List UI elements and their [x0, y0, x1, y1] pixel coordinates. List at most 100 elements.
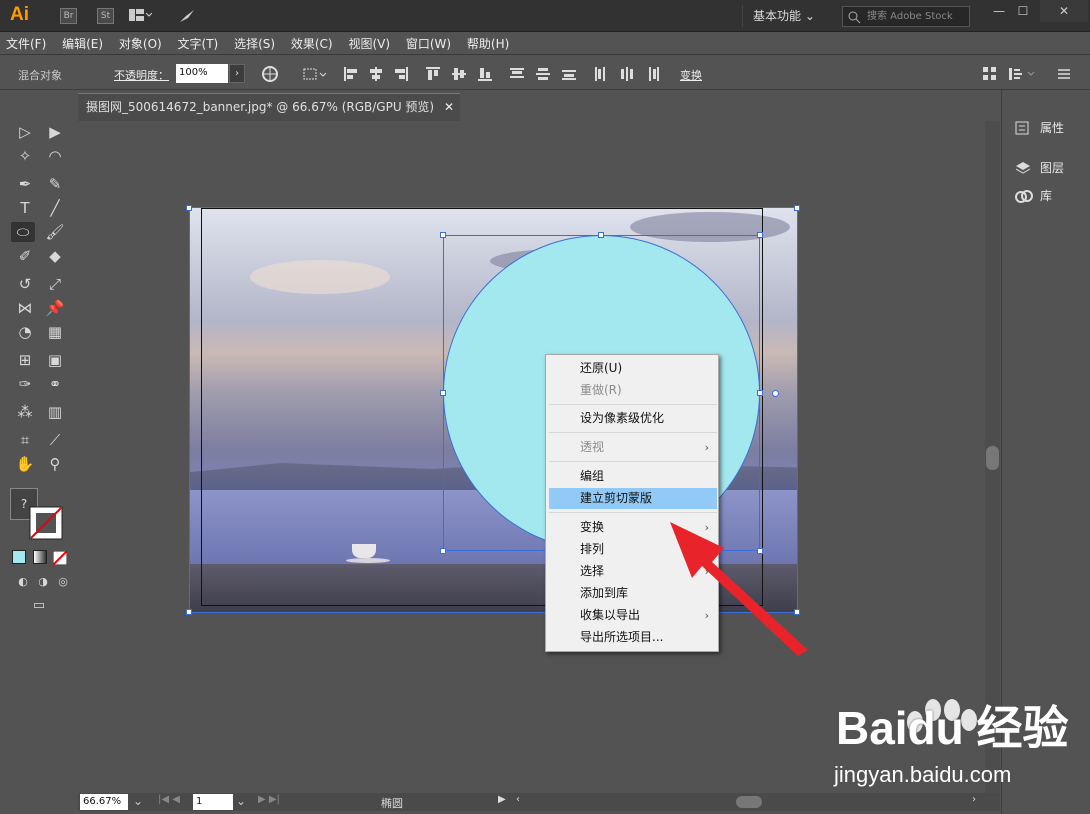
eraser-icon[interactable]: ◆: [43, 246, 67, 266]
layers-panel-tab[interactable]: 图层: [1010, 157, 1064, 179]
type-tool-icon[interactable]: T: [13, 198, 37, 218]
gradient-tool-icon[interactable]: ▣: [43, 350, 67, 370]
document-tab[interactable]: 摄图网_500614672_banner.jpg* @ 66.67% (RGB/…: [78, 93, 460, 121]
width-tool-icon[interactable]: ⋈: [13, 298, 37, 318]
hand-tool-icon[interactable]: ✋: [13, 454, 37, 474]
distribute-right-icon[interactable]: [645, 66, 661, 82]
menu-item-arrange[interactable]: 排列 ›: [549, 539, 717, 560]
mesh-tool-icon[interactable]: ⊞: [13, 350, 37, 370]
opacity-arrow-button[interactable]: ›: [229, 64, 245, 83]
menu-item-transform[interactable]: 变换 ›: [549, 517, 717, 538]
bridge-icon[interactable]: Br: [60, 8, 77, 24]
resize-handle[interactable]: [757, 548, 763, 554]
resize-handle[interactable]: [794, 205, 800, 211]
graph-tool-icon[interactable]: ▥: [43, 402, 67, 422]
panel-menu-icon[interactable]: [1008, 66, 1038, 82]
close-tab-icon[interactable]: ✕: [444, 94, 454, 120]
align-top-icon[interactable]: [425, 66, 441, 82]
menu-item-export-selection[interactable]: 导出所选项目...: [549, 627, 717, 648]
color-mode-icon[interactable]: [12, 550, 26, 564]
menu-view[interactable]: 视图(V): [342, 33, 396, 55]
artboard-dropdown-icon[interactable]: ⌄: [236, 794, 246, 808]
hamburger-icon[interactable]: [1056, 66, 1072, 82]
eyedropper-icon[interactable]: ✑: [13, 374, 37, 394]
gpu-rocket-icon[interactable]: [178, 8, 195, 24]
lasso-icon[interactable]: ◠: [43, 146, 67, 166]
menu-item-pixel-optimize[interactable]: 设为像素级优化: [549, 408, 717, 429]
resize-handle[interactable]: [757, 232, 763, 238]
opacity-input[interactable]: 100%: [176, 64, 228, 83]
zoom-dropdown-icon[interactable]: ⌄: [133, 794, 143, 808]
distribute-vertical-center-icon[interactable]: [535, 66, 551, 82]
align-left-icon[interactable]: [343, 66, 359, 82]
menu-edit[interactable]: 编辑(E): [56, 33, 109, 55]
menu-window[interactable]: 窗口(W): [400, 33, 457, 55]
distribute-horizontal-center-icon[interactable]: [619, 66, 635, 82]
resize-handle[interactable]: [440, 390, 446, 396]
resize-handle[interactable]: [186, 609, 192, 615]
arrange-documents-icon[interactable]: [128, 8, 153, 24]
slice-tool-icon[interactable]: ⟋: [43, 430, 67, 450]
paintbrush-icon[interactable]: 🖌: [43, 222, 67, 242]
opacity-label[interactable]: 不透明度：: [114, 67, 169, 83]
properties-panel-tab[interactable]: 属性: [1010, 117, 1064, 139]
gradient-mode-icon[interactable]: [33, 550, 47, 564]
selection-tool-icon[interactable]: ▷: [13, 122, 37, 142]
perspective-grid-icon[interactable]: ▦: [43, 322, 67, 342]
scroll-right-icon[interactable]: ›: [972, 794, 976, 805]
screen-mode-icon[interactable]: ▭: [27, 596, 51, 616]
isolate-icon[interactable]: [982, 66, 998, 82]
align-vertical-center-icon[interactable]: [451, 66, 467, 82]
menu-object[interactable]: 对象(O): [113, 33, 168, 55]
distribute-top-icon[interactable]: [509, 66, 525, 82]
align-horizontal-center-icon[interactable]: [368, 66, 384, 82]
resize-handle[interactable]: [186, 205, 192, 211]
vertical-scroll-thumb[interactable]: [986, 446, 999, 470]
zoom-tool-icon[interactable]: ⚲: [43, 454, 67, 474]
close-button[interactable]: ✕: [1040, 0, 1088, 22]
transform-link[interactable]: 变换: [680, 67, 702, 83]
none-mode-icon[interactable]: [52, 550, 68, 566]
menu-type[interactable]: 文字(T): [172, 33, 225, 55]
menu-item-collect-for-export[interactable]: 收集以导出 ›: [549, 605, 717, 626]
libraries-panel-tab[interactable]: 库: [1010, 185, 1052, 207]
distribute-bottom-icon[interactable]: [561, 66, 577, 82]
menu-help[interactable]: 帮助(H): [461, 33, 515, 55]
resize-handle[interactable]: [794, 609, 800, 615]
resize-handle[interactable]: [440, 548, 446, 554]
menu-item-undo[interactable]: 还原(U): [549, 358, 717, 379]
stock-search-input[interactable]: 搜索 Adobe Stock: [842, 6, 970, 27]
prev-artboard-icon[interactable]: |◀ ◀: [158, 794, 180, 805]
align-bottom-icon[interactable]: [477, 66, 493, 82]
resize-handle[interactable]: [598, 232, 604, 238]
puppet-warp-icon[interactable]: 📌: [43, 298, 67, 318]
scroll-left-icon[interactable]: ‹: [516, 794, 520, 805]
direct-selection-tool-icon[interactable]: ▶: [43, 122, 67, 142]
zoom-level-input[interactable]: 66.67%: [80, 794, 128, 810]
menu-file[interactable]: 文件(F): [0, 33, 52, 55]
rotate-tool-icon[interactable]: ↺: [13, 274, 37, 294]
draw-inside-icon[interactable]: ◎: [51, 572, 75, 592]
distribute-left-icon[interactable]: [593, 66, 609, 82]
maximize-button[interactable]: ☐: [1006, 0, 1040, 22]
stock-app-icon[interactable]: St: [97, 8, 114, 24]
curvature-tool-icon[interactable]: ✎: [43, 174, 67, 194]
align-to-selection-icon[interactable]: [302, 66, 328, 82]
next-artboard-icon[interactable]: ▶ ▶|: [258, 794, 280, 805]
pie-widget-handle[interactable]: [772, 390, 779, 397]
workspace-switcher[interactable]: 基本功能 ⌄: [742, 5, 826, 27]
artboard-tool-icon[interactable]: ⌗: [13, 430, 37, 450]
symbol-sprayer-icon[interactable]: ⁂: [13, 402, 37, 422]
menu-item-group[interactable]: 编组: [549, 466, 717, 487]
blend-tool-icon[interactable]: ⚭: [43, 374, 67, 394]
menu-effect[interactable]: 效果(C): [285, 33, 339, 55]
menu-item-add-to-library[interactable]: 添加到库: [549, 583, 717, 604]
menu-select[interactable]: 选择(S): [228, 33, 281, 55]
align-right-icon[interactable]: [393, 66, 409, 82]
menu-item-make-clipping-mask[interactable]: 建立剪切蒙版: [549, 488, 717, 509]
shape-builder-icon[interactable]: ◔: [13, 322, 37, 342]
artboard-number-input[interactable]: 1: [193, 794, 233, 810]
resize-handle[interactable]: [757, 390, 763, 396]
scale-tool-icon[interactable]: ⤢: [43, 274, 67, 294]
resize-handle[interactable]: [440, 232, 446, 238]
